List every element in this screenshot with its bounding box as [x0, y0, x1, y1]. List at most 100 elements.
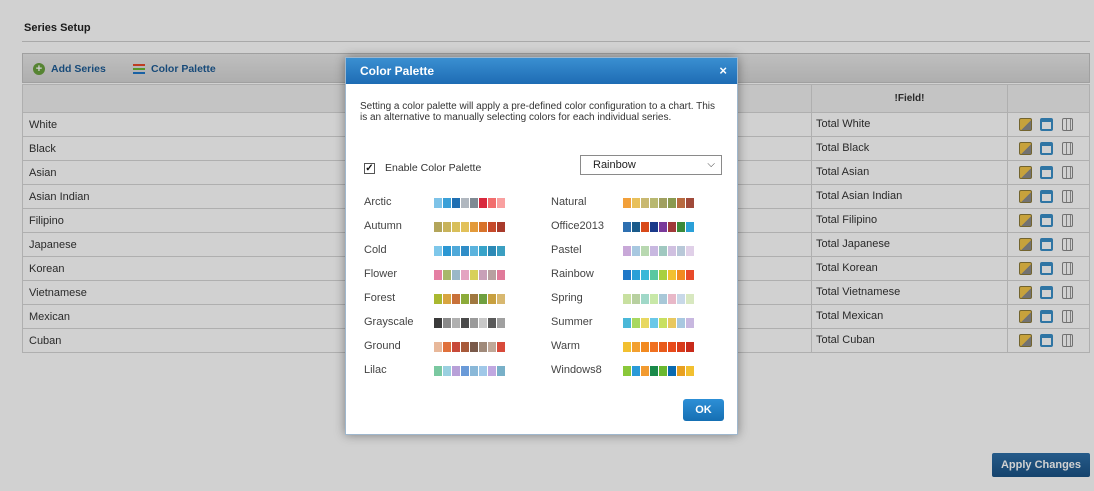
color-swatch	[677, 294, 685, 304]
enable-palette-checkbox[interactable]: ✓	[364, 162, 375, 174]
color-swatch	[686, 342, 694, 352]
palette-option-label[interactable]: Cold	[364, 244, 387, 256]
palette-swatches[interactable]	[623, 294, 694, 304]
palette-option-label[interactable]: Arctic	[364, 196, 392, 208]
color-swatch	[677, 198, 685, 208]
color-swatch	[623, 270, 631, 280]
color-swatch	[632, 342, 640, 352]
palette-swatches[interactable]	[434, 198, 505, 208]
color-swatch	[668, 294, 676, 304]
dialog-description: Setting a color palette will apply a pre…	[360, 101, 716, 123]
color-swatch	[452, 366, 460, 376]
palette-swatches[interactable]	[623, 222, 694, 232]
palette-select[interactable]: Rainbow ⌵	[580, 155, 722, 175]
color-swatch	[668, 270, 676, 280]
palette-option-label[interactable]: Spring	[551, 292, 583, 304]
color-swatch	[497, 270, 505, 280]
color-swatch	[443, 270, 451, 280]
color-swatch	[461, 294, 469, 304]
color-swatch	[623, 342, 631, 352]
palette-option-label[interactable]: Summer	[551, 316, 593, 328]
color-swatch	[677, 246, 685, 256]
color-swatch	[470, 294, 478, 304]
color-swatch	[686, 222, 694, 232]
palette-swatches[interactable]	[434, 294, 505, 304]
palette-swatches[interactable]	[434, 222, 505, 232]
color-swatch	[650, 294, 658, 304]
color-swatch	[488, 366, 496, 376]
color-swatch	[461, 366, 469, 376]
palette-swatches[interactable]	[434, 318, 505, 328]
color-swatch	[623, 198, 631, 208]
color-swatch	[659, 198, 667, 208]
palette-option-label[interactable]: Autumn	[364, 220, 402, 232]
color-swatch	[461, 198, 469, 208]
color-swatch	[650, 270, 658, 280]
color-swatch	[650, 342, 658, 352]
color-swatch	[488, 246, 496, 256]
palette-option-label[interactable]: Flower	[364, 268, 397, 280]
palette-option-label[interactable]: Warm	[551, 340, 580, 352]
color-swatch	[641, 270, 649, 280]
color-swatch	[434, 246, 442, 256]
color-swatch	[659, 318, 667, 328]
color-swatch	[470, 270, 478, 280]
color-swatch	[659, 366, 667, 376]
color-swatch	[461, 270, 469, 280]
palette-swatches[interactable]	[623, 342, 694, 352]
color-swatch	[452, 270, 460, 280]
palette-option-label[interactable]: Ground	[364, 340, 401, 352]
palette-swatches[interactable]	[434, 270, 505, 280]
color-swatch	[650, 318, 658, 328]
color-swatch	[677, 342, 685, 352]
color-swatch	[461, 222, 469, 232]
color-swatch	[434, 222, 442, 232]
color-swatch	[497, 318, 505, 328]
palette-option-label[interactable]: Forest	[364, 292, 395, 304]
color-swatch	[452, 198, 460, 208]
palette-swatches[interactable]	[623, 198, 694, 208]
palette-option-label[interactable]: Rainbow	[551, 268, 594, 280]
palette-option-label[interactable]: Grayscale	[364, 316, 414, 328]
palette-swatches[interactable]	[434, 366, 505, 376]
color-swatch	[650, 246, 658, 256]
palette-swatches[interactable]	[434, 342, 505, 352]
palette-swatches[interactable]	[623, 246, 694, 256]
color-swatch	[641, 222, 649, 232]
palette-option-label[interactable]: Natural	[551, 196, 586, 208]
color-swatch	[461, 246, 469, 256]
color-swatch	[677, 366, 685, 376]
palette-swatches[interactable]	[623, 318, 694, 328]
color-swatch	[686, 198, 694, 208]
color-swatch	[488, 270, 496, 280]
palette-select-value: Rainbow	[593, 159, 636, 171]
color-swatch	[470, 222, 478, 232]
enable-palette-row: ✓ Enable Color Palette	[364, 162, 481, 174]
color-swatch	[632, 222, 640, 232]
color-swatch	[434, 198, 442, 208]
palette-option-label[interactable]: Lilac	[364, 364, 387, 376]
color-swatch	[677, 318, 685, 328]
color-swatch	[659, 342, 667, 352]
color-swatch	[452, 318, 460, 328]
palette-option-label[interactable]: Pastel	[551, 244, 582, 256]
color-swatch	[497, 222, 505, 232]
ok-button[interactable]: OK	[683, 399, 724, 421]
color-swatch	[443, 198, 451, 208]
color-swatch	[650, 198, 658, 208]
palette-option-label[interactable]: Windows8	[551, 364, 602, 376]
color-swatch	[488, 294, 496, 304]
palette-swatches[interactable]	[623, 270, 694, 280]
palette-option-label[interactable]: Office2013	[551, 220, 604, 232]
color-swatch	[497, 294, 505, 304]
color-swatch	[650, 222, 658, 232]
color-swatch	[434, 366, 442, 376]
color-swatch	[659, 222, 667, 232]
color-swatch	[452, 246, 460, 256]
color-swatch	[668, 366, 676, 376]
color-swatch	[479, 222, 487, 232]
color-swatch	[668, 222, 676, 232]
palette-swatches[interactable]	[623, 366, 694, 376]
close-icon[interactable]: ×	[719, 58, 727, 84]
palette-swatches[interactable]	[434, 246, 505, 256]
